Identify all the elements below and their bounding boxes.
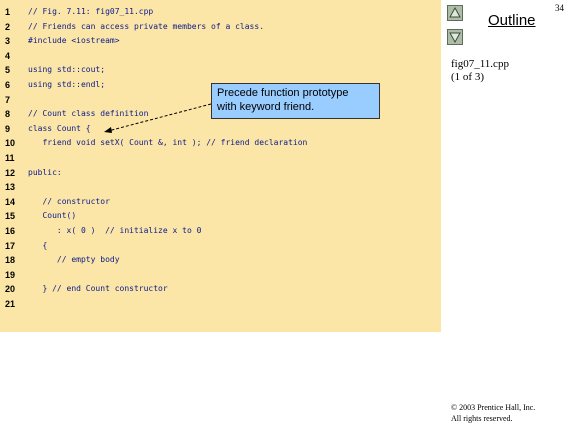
code-line: 19 <box>0 268 441 283</box>
code-text: // empty body <box>28 255 120 265</box>
next-slide-button[interactable] <box>447 29 463 45</box>
code-line: 16 : x( 0 ) // initialize x to 0 <box>0 224 441 239</box>
code-text: } // end Count constructor <box>28 284 168 294</box>
code-line: 18 // empty body <box>0 253 441 268</box>
code-line: 21 <box>0 297 441 312</box>
file-name: fig07_11.cpp <box>451 58 509 70</box>
line-number: 11 <box>5 152 15 163</box>
page-number: 34 <box>555 3 564 13</box>
line-number: 5 <box>5 65 11 76</box>
callout-text-line-1: Precede function prototype <box>217 87 349 99</box>
code-text: Count() <box>28 211 77 221</box>
code-text: // Count class definition <box>28 109 149 119</box>
line-number: 4 <box>5 50 11 61</box>
line-number: 16 <box>5 225 16 236</box>
code-text: { <box>28 240 48 250</box>
code-line: 11 <box>0 151 441 166</box>
line-number: 19 <box>5 269 16 280</box>
code-line: 13 <box>0 180 441 195</box>
callout-box: Precede function prototype with keyword … <box>211 83 380 119</box>
code-text: using std::endl; <box>28 79 106 89</box>
code-line: 14 // constructor <box>0 195 441 210</box>
line-number: 21 <box>5 298 16 309</box>
line-number: 17 <box>5 240 16 251</box>
copyright-line-1: © 2003 Prentice Hall, Inc. <box>451 403 536 412</box>
code-line: 3 #include <iostream> <box>0 34 441 49</box>
outline-link[interactable]: Outline <box>488 12 536 29</box>
code-line: 20 } // end Count constructor <box>0 282 441 297</box>
code-text: // Fig. 7.11: fig07_11.cpp <box>28 7 154 16</box>
code-panel: 1 // Fig. 7.11: fig07_11.cpp 2 // Friends c… <box>0 0 441 332</box>
code-text: // Friends can access private members of… <box>28 21 265 31</box>
code-text: #include <iostream> <box>28 36 120 46</box>
code-line: 5 using std::cout; <box>0 63 441 78</box>
code-text: class Count { <box>28 123 91 133</box>
code-line: 12 public: <box>0 166 441 181</box>
code-text: friend void setX( Count &, int ); // fri… <box>28 138 308 148</box>
line-number: 2 <box>5 21 11 32</box>
line-number: 13 <box>5 182 16 193</box>
code-line: 9 class Count { <box>0 122 441 137</box>
code-line: 1 // Fig. 7.11: fig07_11.cpp <box>0 5 441 20</box>
code-text: // constructor <box>28 196 110 206</box>
line-number: 1 <box>5 7 11 17</box>
page-info: (1 of 3) <box>451 71 484 83</box>
code-listing: 1 // Fig. 7.11: fig07_11.cpp 2 // Friends c… <box>0 5 441 311</box>
line-number: 8 <box>5 109 11 120</box>
copyright-line-2: All rights reserved. <box>451 414 513 423</box>
code-line: 10 friend void setX( Count &, int ); // … <box>0 136 441 151</box>
line-number: 10 <box>5 138 16 149</box>
code-text: public: <box>28 167 62 177</box>
code-line: 4 <box>0 49 441 64</box>
line-number: 12 <box>5 167 16 178</box>
previous-slide-button[interactable] <box>447 5 463 21</box>
triangle-up-icon <box>449 6 461 18</box>
code-text: : x( 0 ) // initialize x to 0 <box>28 225 202 235</box>
line-number: 9 <box>5 123 11 134</box>
line-number: 20 <box>5 284 16 295</box>
line-number: 18 <box>5 255 16 266</box>
code-line: 17 { <box>0 239 441 254</box>
callout-text-line-2: with keyword friend. <box>217 101 315 113</box>
line-number: 6 <box>5 79 11 90</box>
line-number: 7 <box>5 94 11 105</box>
code-line: 15 Count() <box>0 209 441 224</box>
line-number: 15 <box>5 211 16 222</box>
line-number: 3 <box>5 36 11 47</box>
code-text: using std::cout; <box>28 65 106 75</box>
code-line: 2 // Friends can access private members o… <box>0 20 441 35</box>
line-number: 14 <box>5 196 16 207</box>
triangle-down-icon <box>449 32 461 44</box>
copyright-notice: © 2003 Prentice Hall, Inc. All rights re… <box>451 402 535 424</box>
file-label: fig07_11.cpp (1 of 3) <box>451 58 509 84</box>
